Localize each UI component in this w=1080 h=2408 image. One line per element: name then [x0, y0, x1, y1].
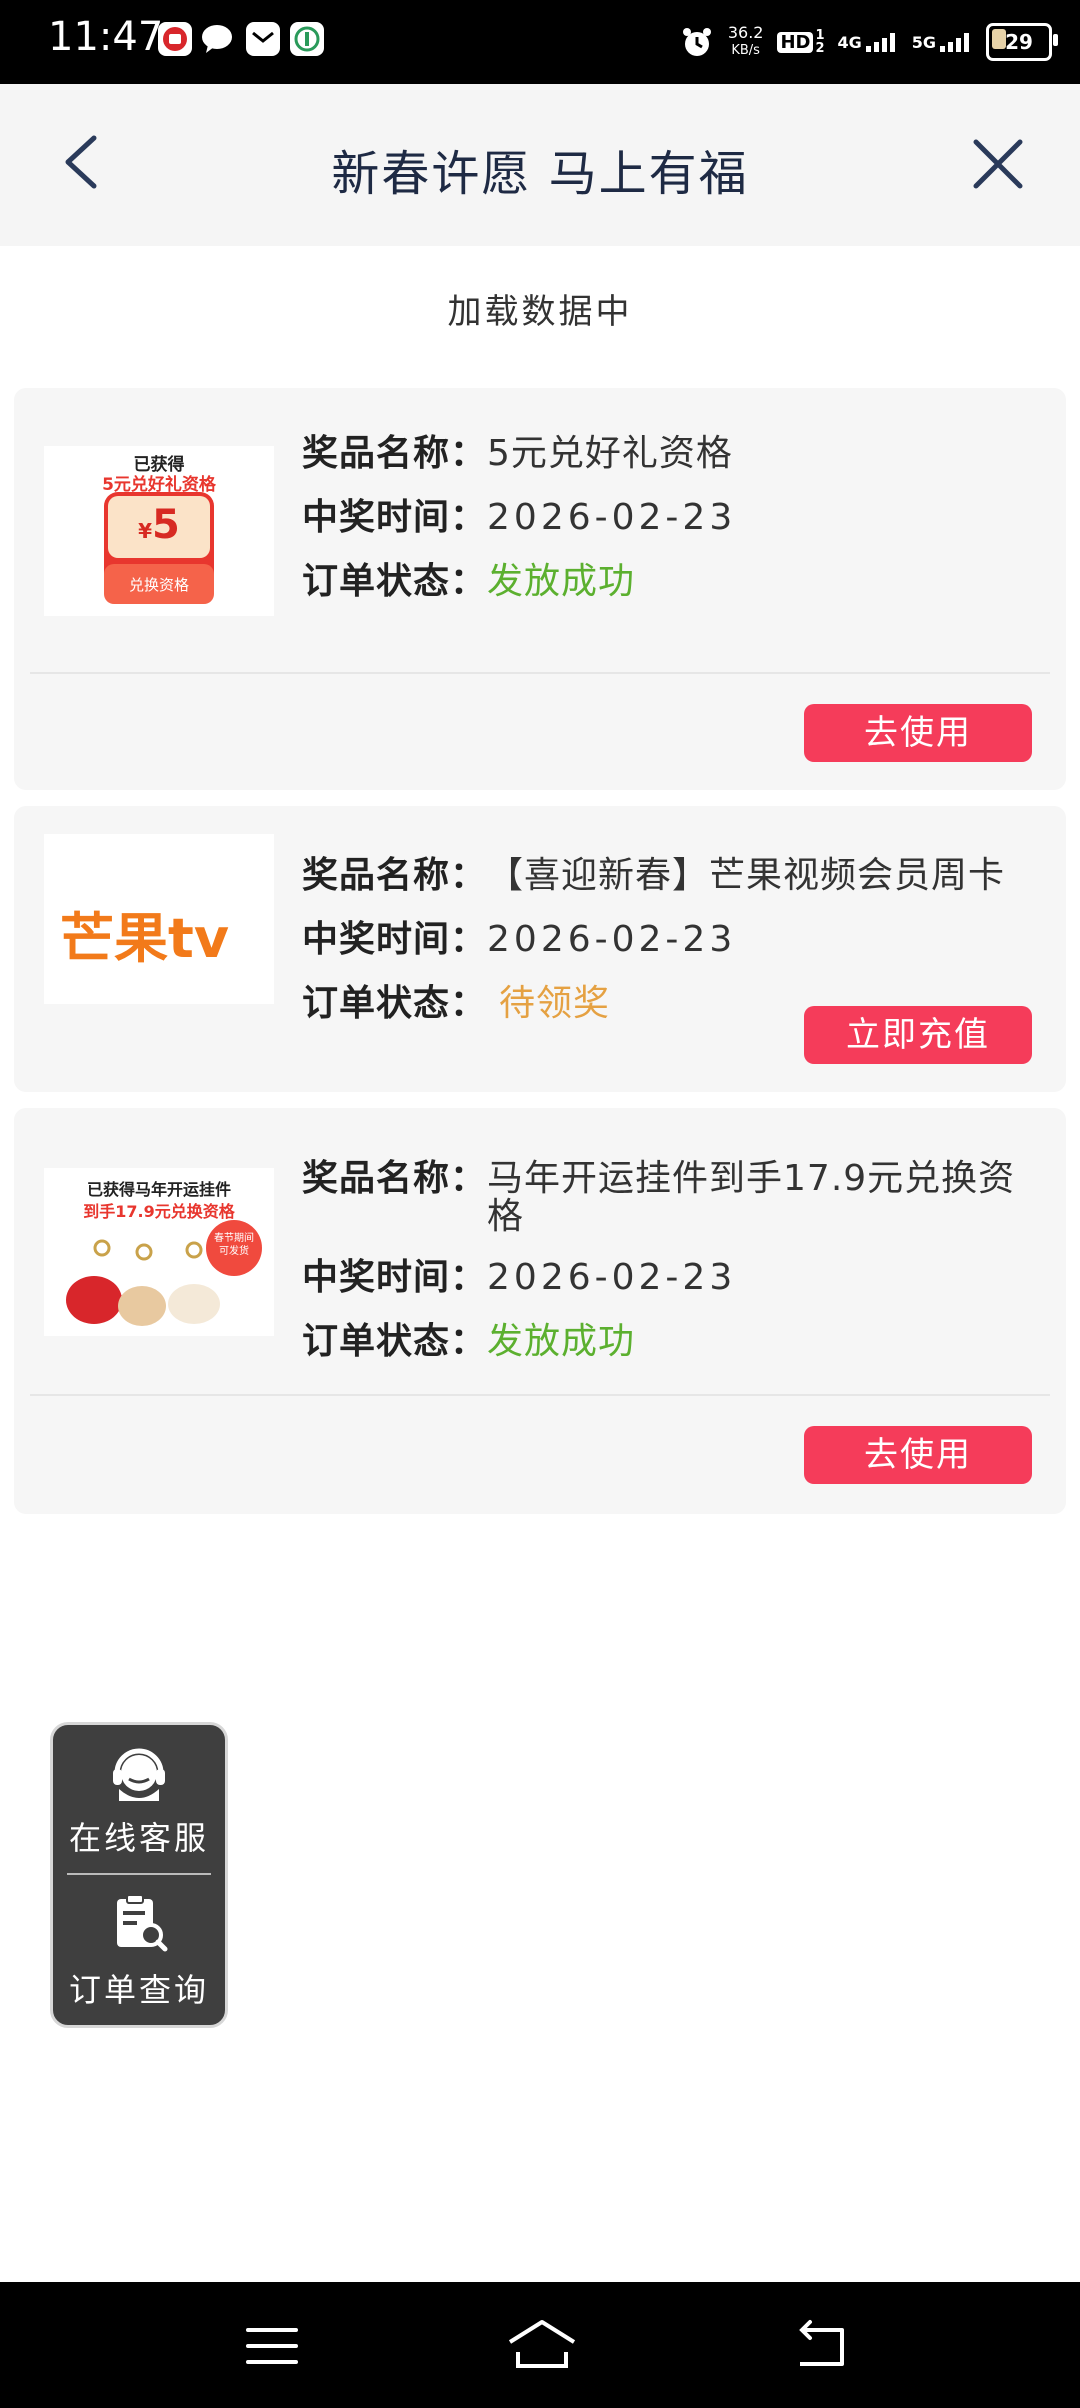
prize-card: 已获得马年开运挂件 到手17.9元兑换资格 春节期间可发货 奖品名称： 马年开运挂…	[14, 1108, 1066, 1514]
floater-divider	[67, 1873, 211, 1875]
chat-bubble-icon	[200, 22, 234, 56]
thumb-badge: 春节期间可发货	[214, 1233, 254, 1257]
prize-time-label: 中奖时间：	[302, 1257, 488, 1298]
card-divider	[30, 1394, 1050, 1396]
prize-name-label: 奖品名称：	[302, 433, 488, 474]
battery-icon: 29	[986, 23, 1058, 61]
loading-text: 加载数据中	[447, 292, 633, 332]
prize-thumbnail-coupon: 已获得 5元兑好礼资格 ¥5 兑换资格	[44, 446, 274, 616]
prize-status-label: 订单状态：	[302, 1321, 488, 1362]
prize-thumbnail-pendant: 已获得马年开运挂件 到手17.9元兑换资格 春节期间可发货	[44, 1168, 274, 1336]
status-right-group: 36.2 KB/s HD 1 2 4G 5G 29	[680, 18, 1058, 66]
back-nav-button[interactable]	[790, 2316, 854, 2376]
prize-name-value: 【喜迎新春】芒果视频会员周卡	[487, 855, 1006, 896]
prize-status-row: 订单状态： 发放成功	[302, 1320, 1038, 1364]
net-speed-unit: KB/s	[731, 43, 760, 58]
prize-time-value: 2026-02-23	[487, 1257, 737, 1298]
mango-tv-logo: 芒果tv	[60, 907, 230, 970]
prize-time-value: 2026-02-23	[487, 919, 737, 960]
prize-name-value: 5元兑好礼资格	[487, 433, 733, 474]
status-badge: 待领奖	[499, 983, 611, 1024]
signal-4g-label: 4G	[837, 32, 862, 52]
thumb-line2: 5元兑好礼资格	[102, 475, 216, 495]
net-speed-value: 36.2	[727, 23, 764, 42]
thumb-amount-value: 5	[152, 502, 180, 548]
use-button[interactable]: 去使用	[804, 704, 1032, 762]
page-title: 新春许愿 马上有福	[331, 146, 749, 202]
order-query-button[interactable]: 订单查询	[53, 1891, 225, 2011]
prize-info: 奖品名称： 马年开运挂件到手17.9元兑换资格 中奖时间： 2026-02-23 订…	[302, 1160, 1038, 1384]
prize-time-label: 中奖时间：	[302, 919, 488, 960]
card-divider	[30, 672, 1050, 674]
status-bar: 11:47 36.2 KB/s HD 1 2 4G 5G 29	[0, 0, 1080, 84]
menu-icon	[246, 2328, 298, 2364]
hd-sub: 1 2	[815, 28, 825, 56]
thumb-caption: 兑换资格	[128, 576, 189, 594]
thumb-line2: 到手17.9元兑换资格	[83, 1202, 235, 1221]
prize-thumbnail-mango: 芒果tv	[44, 834, 274, 1004]
status-time: 11:47	[48, 14, 164, 60]
close-button[interactable]	[968, 134, 1028, 194]
prize-status-label: 订单状态：	[302, 561, 488, 602]
thumb-amount-symbol: ¥	[138, 519, 153, 543]
close-icon	[973, 139, 1023, 189]
prize-status-row: 订单状态： 发放成功	[302, 560, 1038, 604]
prize-card: 已获得 5元兑好礼资格 ¥5 兑换资格 奖品名称： 5元兑好礼资格 中奖时间： 20…	[14, 388, 1066, 790]
recharge-button[interactable]: 立即充值	[804, 1006, 1032, 1064]
hd-indicator: HD 1 2	[777, 28, 825, 56]
thumb-amount: ¥5	[44, 502, 274, 548]
network-speed: 36.2 KB/s	[728, 25, 764, 59]
prize-time-label: 中奖时间：	[302, 497, 488, 538]
prize-name-row: 奖品名称： 【喜迎新春】芒果视频会员周卡	[302, 854, 1038, 898]
prize-status-label: 订单状态：	[302, 983, 488, 1024]
thumb-line1: 已获得马年开运挂件	[86, 1180, 231, 1199]
alarm-icon	[680, 25, 714, 59]
bank-app-icon	[290, 22, 324, 56]
prize-time-row: 中奖时间： 2026-02-23	[302, 496, 1038, 540]
signal-4g: 4G	[837, 30, 897, 54]
prize-name-row: 奖品名称： 5元兑好礼资格	[302, 432, 1038, 476]
home-button[interactable]	[504, 2316, 580, 2376]
status-badge: 发放成功	[487, 1321, 636, 1362]
prize-time-row: 中奖时间： 2026-02-23	[302, 1256, 1038, 1300]
hd-label: HD	[777, 31, 814, 53]
signal-5g: 5G	[912, 30, 972, 54]
prize-card: 芒果tv 奖品名称： 【喜迎新春】芒果视频会员周卡 中奖时间： 2026-02-23…	[14, 806, 1066, 1092]
prize-name-value: 马年开运挂件到手17.9元兑换资格	[487, 1158, 1016, 1237]
online-service-button[interactable]: 在线客服	[53, 1745, 225, 1859]
online-service-label: 在线客服	[68, 1819, 209, 1857]
prize-info: 奖品名称： 5元兑好礼资格 中奖时间： 2026-02-23 订单状态： 发放成功	[302, 432, 1038, 624]
order-query-label: 订单查询	[68, 1971, 209, 2009]
clipboard-search-icon	[117, 1894, 168, 1952]
floating-service-panel: 在线客服 订单查询	[50, 1722, 228, 2028]
prize-time-value: 2026-02-23	[487, 497, 737, 538]
signal-5g-icon	[940, 33, 969, 52]
status-badge: 发放成功	[487, 561, 636, 602]
battery-level: 29	[1005, 30, 1033, 54]
mail-icon	[246, 22, 280, 56]
signal-5g-label: 5G	[911, 32, 936, 52]
prize-time-row: 中奖时间： 2026-02-23	[302, 918, 1038, 962]
home-icon	[508, 2320, 576, 2368]
prize-name-row: 奖品名称： 马年开运挂件到手17.9元兑换资格	[302, 1160, 1038, 1236]
nav-header: 新春许愿 马上有福	[0, 84, 1080, 246]
use-button[interactable]: 去使用	[804, 1426, 1032, 1484]
app-badge-icon	[158, 22, 192, 56]
bottom-nav-bar	[0, 2282, 1080, 2408]
prize-name-label: 奖品名称：	[302, 855, 488, 896]
prize-name-label: 奖品名称：	[302, 1158, 488, 1199]
menu-button[interactable]	[240, 2316, 304, 2376]
back-icon	[799, 2320, 844, 2366]
signal-icon	[865, 33, 895, 52]
headset-agent-icon	[113, 1748, 165, 1801]
